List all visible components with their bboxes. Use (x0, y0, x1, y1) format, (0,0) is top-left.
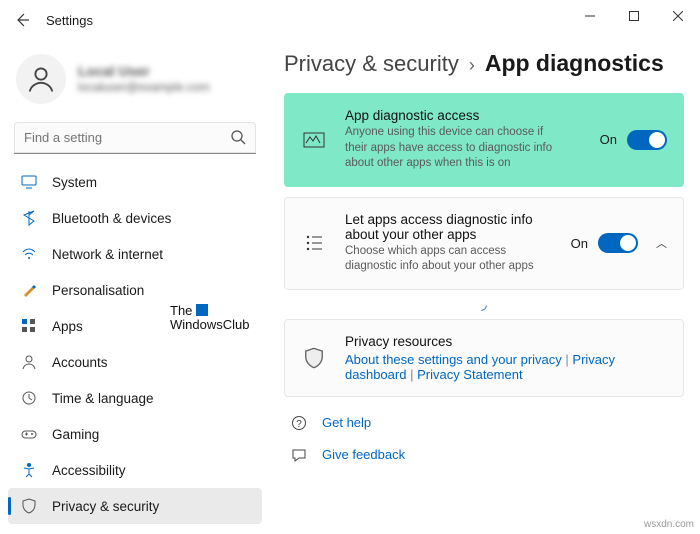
svg-text:?: ? (296, 419, 302, 430)
card-subtitle: Anyone using this device can choose if t… (345, 125, 555, 172)
back-button[interactable] (8, 6, 36, 34)
wifi-icon (20, 245, 38, 263)
sidebar-item-label: Gaming (52, 427, 99, 442)
sidebar-item-gaming[interactable]: Gaming (8, 416, 262, 452)
sidebar-item-label: Privacy & security (52, 499, 159, 514)
sidebar-item-bluetooth[interactable]: Bluetooth & devices (8, 200, 262, 236)
help-label: Get help (322, 415, 371, 430)
breadcrumb: Privacy & security › App diagnostics (284, 50, 684, 77)
user-account[interactable]: Local User localuser@example.com (8, 46, 262, 118)
search-box[interactable] (14, 122, 256, 154)
sidebar-item-label: Network & internet (52, 247, 163, 262)
sidebar-item-label: Time & language (52, 391, 154, 406)
accessibility-icon (20, 461, 38, 479)
toggle-state-label: On (571, 236, 588, 251)
card-subtitle: Choose which apps can access diagnostic … (345, 244, 553, 275)
avatar (16, 54, 66, 104)
shield-icon (20, 497, 38, 515)
page-title: App diagnostics (485, 50, 664, 77)
link-privacy-statement[interactable]: Privacy Statement (417, 367, 523, 382)
display-icon (20, 173, 38, 191)
search-icon (230, 129, 246, 148)
watermark: The WindowsClub (170, 304, 249, 333)
sidebar-item-time[interactable]: Time & language (8, 380, 262, 416)
feedback-icon (290, 447, 308, 463)
sidebar-item-personalisation[interactable]: Personalisation (8, 272, 262, 308)
user-info: Local User localuser@example.com (78, 62, 210, 96)
maximize-button[interactable] (612, 0, 656, 32)
sidebar-item-label: Bluetooth & devices (52, 211, 171, 226)
card-title: Let apps access diagnostic info about yo… (345, 212, 553, 242)
help-icon: ? (290, 415, 308, 431)
list-settings-icon (301, 233, 327, 253)
sidebar-item-label: Accessibility (52, 463, 126, 478)
person-icon (20, 353, 38, 371)
window-title: Settings (46, 13, 93, 28)
shield-icon (301, 347, 327, 369)
sidebar-item-network[interactable]: Network & internet (8, 236, 262, 272)
sidebar-item-system[interactable]: System (8, 164, 262, 200)
footer-watermark: wsxdn.com (644, 519, 694, 530)
feedback-label: Give feedback (322, 447, 405, 462)
gaming-icon (20, 425, 38, 443)
sidebar-item-accounts[interactable]: Accounts (8, 344, 262, 380)
card-title: Privacy resources (345, 334, 667, 349)
chevron-up-icon[interactable]: ︿ (656, 235, 667, 251)
loading-spinner: ◞ (284, 296, 684, 313)
card-let-apps-access[interactable]: Let apps access diagnostic info about yo… (284, 197, 684, 290)
clock-icon (20, 389, 38, 407)
toggle-diagnostic-access[interactable] (627, 130, 667, 150)
toggle-let-apps[interactable] (598, 233, 638, 253)
card-privacy-resources: Privacy resources About these settings a… (284, 319, 684, 397)
sidebar-item-label: System (52, 175, 97, 190)
sidebar-item-update[interactable]: Windows Update (8, 524, 262, 534)
brush-icon (20, 281, 38, 299)
get-help-link[interactable]: ? Get help (284, 407, 684, 439)
apps-icon (20, 317, 38, 335)
breadcrumb-parent[interactable]: Privacy & security (284, 51, 459, 77)
sidebar-item-privacy[interactable]: Privacy & security (8, 488, 262, 524)
sidebar-item-label: Apps (52, 319, 83, 334)
give-feedback-link[interactable]: Give feedback (284, 439, 684, 471)
chevron-right-icon: › (469, 55, 475, 76)
link-about-settings[interactable]: About these settings and your privacy (345, 352, 562, 367)
sidebar-item-label: Personalisation (52, 283, 144, 298)
toggle-state-label: On (600, 132, 617, 147)
search-input[interactable] (14, 122, 256, 154)
card-diagnostic-access: App diagnostic access Anyone using this … (284, 93, 684, 187)
sidebar-item-accessibility[interactable]: Accessibility (8, 452, 262, 488)
minimize-button[interactable] (568, 0, 612, 32)
card-title: App diagnostic access (345, 108, 582, 123)
bluetooth-icon (20, 209, 38, 227)
sidebar-item-label: Accounts (52, 355, 108, 370)
close-button[interactable] (656, 0, 700, 32)
diagnostics-icon (301, 129, 327, 151)
